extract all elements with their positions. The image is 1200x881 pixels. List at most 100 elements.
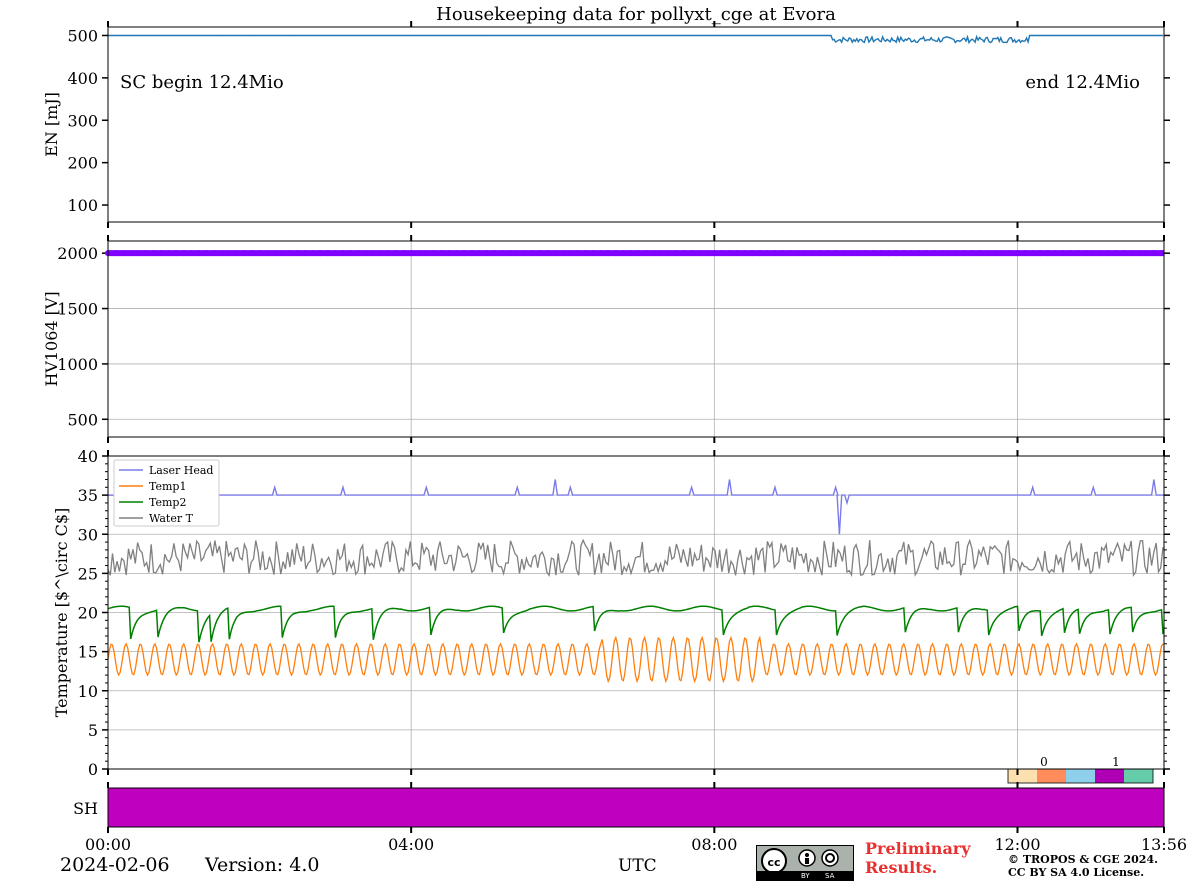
hv1064-point — [469, 250, 475, 256]
hv1064-point — [325, 250, 331, 256]
hv1064-point — [726, 250, 732, 256]
hv1064-point — [658, 250, 664, 256]
hv1064-point — [711, 250, 717, 256]
hv1064-point — [1151, 250, 1157, 256]
temperature-legend: Laser HeadTemp1Temp2Water T — [114, 460, 219, 526]
hv1064-point — [499, 250, 505, 256]
y-axis-label: EN [mJ] — [42, 92, 61, 157]
hv1064-point — [416, 250, 422, 256]
hv1064-point — [537, 250, 543, 256]
hv1064-point — [977, 250, 983, 256]
hv1064-point — [1136, 250, 1142, 256]
energy-series-line — [108, 36, 1163, 43]
laser-head-line — [108, 480, 1164, 535]
y-tick-label: 500 — [67, 410, 98, 429]
hv1064-point — [1098, 250, 1104, 256]
y-tick-label: 2000 — [57, 244, 98, 263]
hv1064-point — [628, 250, 634, 256]
hv1064-point — [158, 250, 164, 256]
hv1064-point — [385, 250, 391, 256]
cc-sa-text: SA — [825, 872, 834, 880]
hv1064-point — [886, 250, 892, 256]
hv1064-point — [401, 250, 407, 256]
hv1064-point — [461, 250, 467, 256]
hv1064-point — [545, 250, 551, 256]
hv1064-point — [749, 250, 755, 256]
housekeeping-figure: 100200300400500EN [mJ]SC begin 12.4Mioen… — [0, 0, 1200, 880]
y-axis-label: HV1064 [V] — [42, 291, 61, 386]
hv1064-point — [249, 250, 255, 256]
hv1064-point — [484, 250, 490, 256]
y-tick-label: 300 — [67, 111, 98, 130]
hv1064-point — [552, 250, 558, 256]
preliminary-line1: Preliminary — [865, 839, 971, 858]
hv1064-point — [961, 250, 967, 256]
hv1064-point — [393, 250, 399, 256]
y-tick-label: 0 — [88, 760, 98, 779]
hv1064-point — [279, 250, 285, 256]
hv1064-point — [257, 250, 263, 256]
hv1064-point — [196, 250, 202, 256]
hv1064-point — [476, 250, 482, 256]
hv1064-point — [613, 250, 619, 256]
preliminary-notice: Preliminary Results. — [865, 839, 971, 877]
hv1064-point — [1007, 250, 1013, 256]
hv1064-point — [454, 250, 460, 256]
x-tick-label: 13:56 — [1141, 835, 1187, 854]
date-label: 2024-02-06 — [60, 854, 170, 876]
hv1064-point — [173, 250, 179, 256]
cc-icon-text: cc — [767, 856, 780, 869]
colorbar-segment — [1095, 769, 1124, 783]
hv1064-point — [810, 250, 816, 256]
hv1064-point — [673, 250, 679, 256]
hv1064-point — [787, 250, 793, 256]
hv1064-point — [1090, 250, 1096, 256]
hv1064-point — [1113, 250, 1119, 256]
hv1064-point — [764, 250, 770, 256]
y-tick-label: 100 — [67, 196, 98, 215]
hv1064-point — [181, 250, 187, 256]
hv1064-point — [696, 250, 702, 256]
hv1064-point — [984, 250, 990, 256]
hv1064-point — [348, 250, 354, 256]
y-tick-label: 400 — [67, 69, 98, 88]
copyright-line1: © TROPOS & CGE 2024. — [1008, 853, 1158, 866]
hv1064-point — [1045, 250, 1051, 256]
hv1064-point — [567, 250, 573, 256]
legend-label: Temp2 — [149, 496, 186, 509]
hv1064-point — [1037, 250, 1043, 256]
hv1064-point — [863, 250, 869, 256]
hv1064-point — [719, 250, 725, 256]
hv1064-point — [204, 250, 210, 256]
hv1064-point — [946, 250, 952, 256]
hv1064-point — [408, 250, 414, 256]
hv1064-point — [1105, 250, 1111, 256]
hv1064-point — [287, 250, 293, 256]
hv1064-point — [234, 250, 240, 256]
hv1064-point — [840, 250, 846, 256]
y-tick-label: 35 — [78, 486, 98, 505]
hv1064-point — [992, 250, 998, 256]
hv1064-point — [893, 250, 899, 256]
hv1064-point — [931, 250, 937, 256]
hv1064-point — [1128, 250, 1134, 256]
annotation-end: end 12.4Mio — [1025, 72, 1140, 93]
hv1064-point — [757, 250, 763, 256]
hv1064-point — [188, 250, 194, 256]
hv1064-point — [340, 250, 346, 256]
hv1064-point — [817, 250, 823, 256]
hv1064-point — [908, 250, 914, 256]
hv1064-point — [560, 250, 566, 256]
hv1064-point — [742, 250, 748, 256]
legend-label: Temp1 — [149, 480, 186, 493]
hv1064-point — [825, 250, 831, 256]
hv1064-point — [582, 250, 588, 256]
hv1064-point — [999, 250, 1005, 256]
hv1064-point — [378, 250, 384, 256]
panel-0-frame — [108, 27, 1164, 222]
cc-by-text: BY — [801, 872, 810, 880]
water-t-line — [108, 540, 1163, 575]
hv1064-point — [855, 250, 861, 256]
y-tick-label: 5 — [88, 721, 98, 740]
legend-label: Water T — [149, 512, 194, 525]
